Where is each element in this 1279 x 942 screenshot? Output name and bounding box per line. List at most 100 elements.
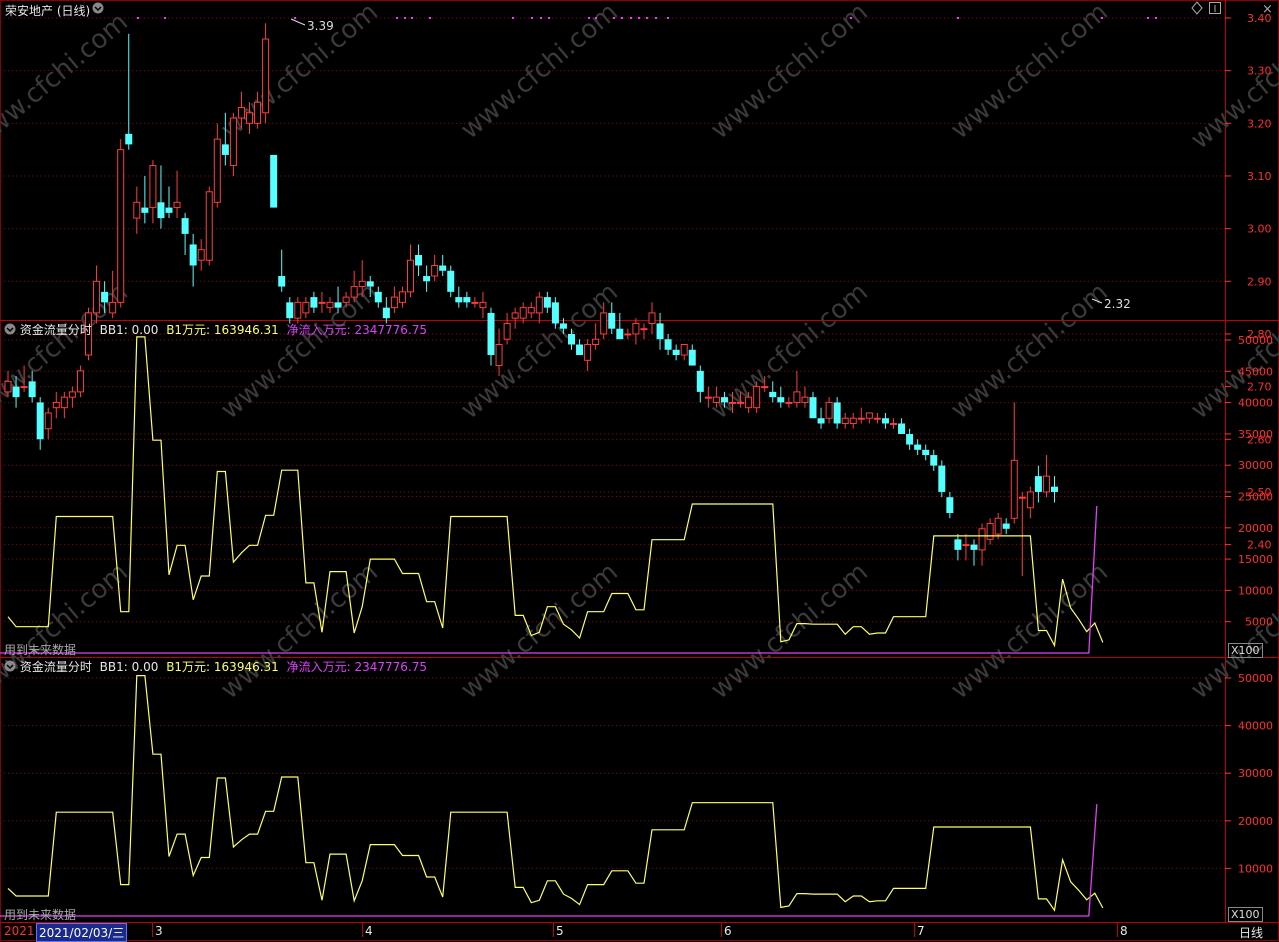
collapse-icon[interactable] xyxy=(92,2,104,17)
candle[interactable] xyxy=(632,318,640,345)
chart-canvas[interactable]: www.cfchi.com www.cfchi.com www.cfchi.com w… xyxy=(0,0,1279,941)
candle[interactable] xyxy=(302,297,310,319)
candle[interactable] xyxy=(294,297,302,324)
candle[interactable] xyxy=(511,307,519,329)
candle[interactable] xyxy=(173,170,181,219)
candle[interactable] xyxy=(117,139,125,308)
candle[interactable] xyxy=(584,339,592,371)
candle[interactable] xyxy=(318,291,326,313)
candle[interactable] xyxy=(1051,476,1058,503)
candle[interactable] xyxy=(970,539,978,566)
candle[interactable] xyxy=(841,412,849,429)
candle[interactable] xyxy=(801,386,809,408)
candle[interactable] xyxy=(833,397,841,429)
candle[interactable] xyxy=(664,333,672,356)
candle[interactable] xyxy=(898,418,906,435)
candle[interactable] xyxy=(181,212,189,255)
candle[interactable] xyxy=(68,386,76,408)
candle[interactable] xyxy=(205,186,213,266)
candle[interactable] xyxy=(527,302,535,319)
close-icon[interactable]: × xyxy=(1262,2,1273,17)
candle[interactable] xyxy=(986,518,994,545)
candle[interactable] xyxy=(930,449,938,471)
candle[interactable] xyxy=(865,412,873,424)
candle[interactable] xyxy=(535,291,543,324)
candle[interactable] xyxy=(954,534,962,561)
candle[interactable] xyxy=(825,397,833,424)
scroll-up-icon[interactable] xyxy=(1209,2,1221,17)
candle[interactable] xyxy=(141,175,149,224)
candle[interactable] xyxy=(439,254,447,277)
candle[interactable] xyxy=(213,123,221,208)
candle[interactable] xyxy=(1042,455,1050,498)
candle[interactable] xyxy=(262,23,270,124)
candle[interactable] xyxy=(1002,518,1010,535)
candle[interactable] xyxy=(857,407,865,424)
period-label[interactable]: 日线 xyxy=(1239,924,1263,941)
candle[interactable] xyxy=(922,444,930,461)
candle[interactable] xyxy=(873,412,881,424)
candle[interactable] xyxy=(286,297,294,324)
candle[interactable] xyxy=(543,291,551,313)
candle[interactable] xyxy=(197,239,205,271)
candle[interactable] xyxy=(777,386,785,408)
candle[interactable] xyxy=(36,397,44,450)
candle[interactable] xyxy=(382,297,390,324)
candle[interactable] xyxy=(640,323,648,340)
candle[interactable] xyxy=(849,412,857,429)
candle[interactable] xyxy=(914,439,922,456)
cursor-date[interactable]: 2021/02/03/三 xyxy=(36,923,128,942)
candle[interactable] xyxy=(962,534,970,561)
candlestick-series[interactable] xyxy=(4,23,1058,577)
candle[interactable] xyxy=(656,312,664,350)
candle[interactable] xyxy=(431,254,439,282)
candle[interactable] xyxy=(890,418,897,429)
candle[interactable] xyxy=(793,370,801,408)
indicator-toggle-icon[interactable] xyxy=(4,660,16,675)
candle[interactable] xyxy=(423,265,431,292)
candle[interactable] xyxy=(785,397,793,408)
candle[interactable] xyxy=(270,154,278,208)
candle[interactable] xyxy=(189,233,197,287)
candle[interactable] xyxy=(157,165,165,229)
candle[interactable] xyxy=(576,339,584,356)
candle[interactable] xyxy=(52,391,60,419)
candle[interactable] xyxy=(60,391,68,419)
candle[interactable] xyxy=(471,297,479,308)
candle[interactable] xyxy=(149,160,157,224)
candle[interactable] xyxy=(463,291,471,308)
candle[interactable] xyxy=(447,265,455,298)
candle[interactable] xyxy=(278,249,286,292)
candle[interactable] xyxy=(133,186,141,234)
candle[interactable] xyxy=(229,112,237,176)
candle[interactable] xyxy=(680,343,688,361)
candle[interactable] xyxy=(487,307,495,366)
candle[interactable] xyxy=(407,244,414,298)
candle[interactable] xyxy=(688,344,696,366)
candle[interactable] xyxy=(672,344,680,361)
candle[interactable] xyxy=(415,244,423,277)
candle[interactable] xyxy=(616,312,624,340)
candle[interactable] xyxy=(906,428,914,450)
candle[interactable] xyxy=(938,460,946,498)
candle[interactable] xyxy=(1018,491,1026,577)
candle[interactable] xyxy=(76,365,84,398)
candle[interactable] xyxy=(696,365,704,403)
indicator-toggle-icon[interactable] xyxy=(4,323,16,338)
candle[interactable] xyxy=(165,186,173,219)
candle[interactable] xyxy=(648,302,656,334)
candle[interactable] xyxy=(946,491,954,519)
candle[interactable] xyxy=(398,286,406,308)
candle[interactable] xyxy=(479,291,487,319)
candle[interactable] xyxy=(44,407,52,440)
candle[interactable] xyxy=(390,286,398,313)
candle[interactable] xyxy=(809,391,817,419)
candle[interactable] xyxy=(881,412,889,429)
candle[interactable] xyxy=(310,291,318,313)
candle[interactable] xyxy=(624,328,632,340)
candle[interactable] xyxy=(592,323,600,350)
candle[interactable] xyxy=(125,33,133,150)
candle[interactable] xyxy=(455,286,463,308)
candle[interactable] xyxy=(817,407,825,429)
candle[interactable] xyxy=(1010,402,1018,524)
